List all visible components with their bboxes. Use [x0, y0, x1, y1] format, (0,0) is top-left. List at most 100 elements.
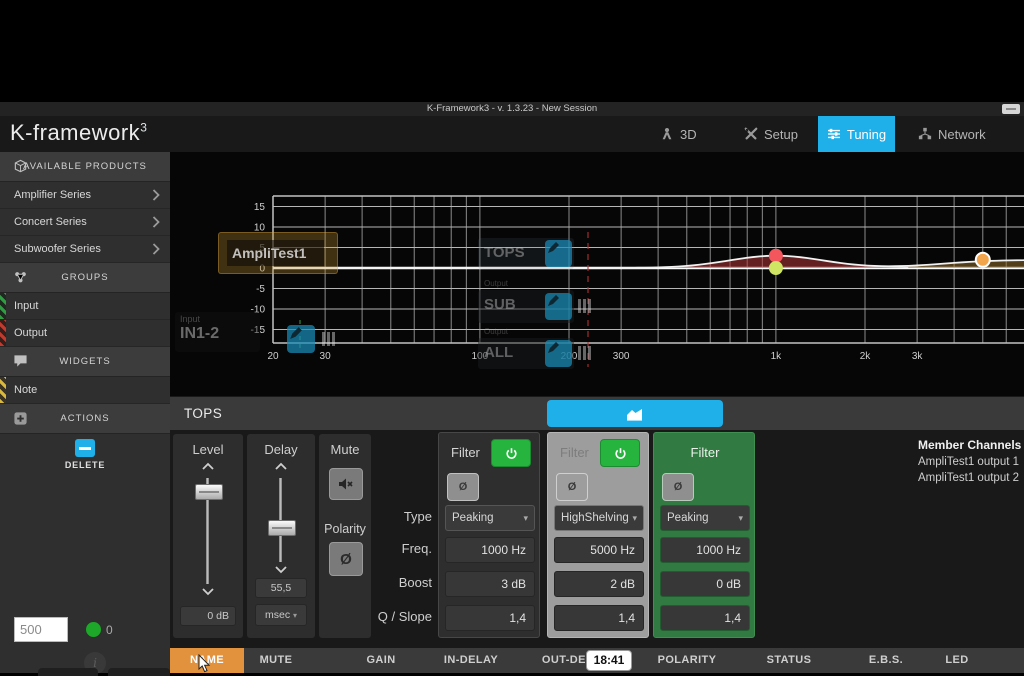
caret-down-icon: ▾: [523, 506, 528, 530]
nav-tuning[interactable]: Tuning: [818, 116, 895, 152]
caret-down-icon: ▾: [293, 611, 297, 620]
sidebar-item-input-group[interactable]: Input: [0, 293, 170, 320]
input-stripe: [0, 293, 6, 319]
filter-handle[interactable]: [769, 249, 783, 263]
status-dot-green: [86, 622, 101, 637]
delay-unit-dropdown[interactable]: msec ▾: [255, 604, 307, 626]
column-polarity[interactable]: POLARITY: [658, 648, 717, 673]
filter1-boost[interactable]: 3 dB: [445, 571, 535, 597]
filter2-power-button[interactable]: [600, 439, 640, 467]
minimize-button[interactable]: [1002, 104, 1020, 114]
param-label-freq: Freq.: [360, 536, 432, 562]
member-channel-item: AmpliTest1 output 1: [918, 456, 1024, 468]
nav-setup[interactable]: Setup: [744, 116, 798, 152]
tools-icon: [744, 127, 758, 141]
ghost-tops-row: TOPS: [478, 238, 574, 269]
x-tick-label: 1k: [771, 351, 783, 362]
x-tick-label: 2k: [860, 351, 872, 362]
level-down-arrow[interactable]: [202, 588, 214, 596]
filter2-freq[interactable]: 5000 Hz: [554, 537, 644, 563]
bottom-stub: [108, 668, 170, 676]
delay-down-arrow[interactable]: [275, 566, 287, 574]
column-in-delay[interactable]: IN-DELAY: [444, 648, 498, 673]
group-name: TOPS: [184, 406, 222, 421]
sidebar: AVAILABLE PRODUCTS Amplifier Series Conc…: [0, 152, 170, 673]
column-ebs[interactable]: E.B.S.: [869, 648, 903, 673]
y-tick-label: -5: [256, 284, 265, 295]
app-logo: K-framework3: [10, 120, 147, 146]
delay-value[interactable]: 55,5: [255, 578, 307, 598]
column-mute[interactable]: MUTE: [260, 648, 293, 673]
filter2-boost[interactable]: 2 dB: [554, 571, 644, 597]
filter3-freq[interactable]: 1000 Hz: [660, 537, 750, 563]
member-channels: Member Channels AmpliTest1 output 1 Ampl…: [918, 438, 1024, 484]
filter1-power-button[interactable]: [491, 439, 531, 467]
column-status[interactable]: STATUS: [767, 648, 812, 673]
level-slider-handle[interactable]: [195, 484, 223, 500]
filter3-type-dropdown[interactable]: Peaking▾: [660, 505, 750, 531]
mute-button[interactable]: [329, 468, 363, 500]
eq-chart[interactable]: 151050-5-10-1520301002003001k2k3k AmpliT…: [170, 152, 1024, 396]
sidebar-header-widgets: WIDGETS: [0, 347, 170, 377]
filter-handle[interactable]: [976, 253, 990, 267]
level-up-arrow[interactable]: [202, 462, 214, 470]
network-icon: [918, 127, 932, 141]
level-bars-icon: [578, 299, 594, 313]
param-label-type: Type: [360, 504, 432, 530]
groups-icon: [13, 270, 28, 285]
products-cube-icon: [13, 159, 28, 174]
column-led[interactable]: LED: [945, 648, 968, 673]
status-count: 0: [106, 623, 113, 637]
graph-view-toggle-button[interactable]: [547, 400, 723, 427]
x-tick-label: 20: [267, 351, 279, 362]
filter2-q[interactable]: 1,4: [554, 605, 644, 631]
group-bar: TOPS: [170, 397, 1024, 430]
filter1-q[interactable]: 1,4: [445, 605, 535, 631]
sidebar-item-concert-series[interactable]: Concert Series: [0, 209, 170, 236]
ghost-sub-row: Output SUB: [478, 290, 574, 323]
filter-handle[interactable]: [769, 261, 783, 275]
column-gain[interactable]: GAIN: [366, 648, 395, 673]
person-3d-icon: [660, 127, 674, 141]
bottom-column-bar: NAME MUTE GAIN IN-DELAY OUT-DELAY POLARI…: [170, 648, 1024, 673]
sidebar-item-note-widget[interactable]: Note: [0, 377, 170, 404]
level-bars-icon: [578, 346, 594, 360]
filter2-phase-button[interactable]: Ø: [556, 473, 588, 501]
filter2-type-dropdown[interactable]: HighShelving▾: [554, 505, 644, 531]
sidebar-item-subwoofer-series[interactable]: Subwoofer Series: [0, 236, 170, 263]
edit-pencil-icon: [545, 240, 572, 267]
filter-panel-1: Filter Ø Peaking▾ 1000 Hz 3 dB 1,4: [438, 432, 540, 638]
nav-3d[interactable]: 3D: [660, 116, 697, 152]
chevron-right-icon: [152, 216, 160, 228]
level-value[interactable]: 0 dB: [180, 606, 236, 626]
polarity-button[interactable]: Ø: [329, 542, 363, 576]
edit-pencil-icon: [545, 340, 572, 367]
value-input[interactable]: [14, 617, 68, 642]
filter3-boost[interactable]: 0 dB: [660, 571, 750, 597]
x-tick-label: 30: [320, 351, 332, 362]
delay-slider-handle[interactable]: [268, 520, 296, 536]
ghost-all-row: Output ALL: [478, 338, 574, 369]
filter-panel-2: Filter Ø HighShelving▾ 5000 Hz 2 dB 1,4: [547, 432, 649, 638]
eq-chart-svg: 151050-5-10-1520301002003001k2k3k: [170, 152, 1024, 396]
note-stripe: [0, 377, 6, 403]
window-title: K-Framework3 - v. 1.3.23 - New Session: [0, 102, 1024, 116]
chevron-right-icon: [152, 243, 160, 255]
area-chart-icon: [625, 406, 645, 422]
sidebar-item-amplifier-series[interactable]: Amplifier Series: [0, 182, 170, 209]
filter1-freq[interactable]: 1000 Hz: [445, 537, 535, 563]
level-bars-icon: [322, 332, 338, 346]
filter1-type-dropdown[interactable]: Peaking▾: [445, 505, 535, 531]
delay-up-arrow[interactable]: [275, 462, 287, 470]
param-label-qslope: Q / Slope: [360, 604, 432, 630]
filter3-q[interactable]: 1,4: [660, 605, 750, 631]
param-label-boost: Boost: [360, 570, 432, 596]
mute-speaker-icon: [338, 477, 354, 491]
filter3-phase-button[interactable]: Ø: [662, 473, 694, 501]
ghost-in12-row: Input IN1-2: [175, 312, 260, 352]
sidebar-item-output-group[interactable]: Output: [0, 320, 170, 347]
delete-minus-icon[interactable]: [75, 439, 95, 457]
filter1-phase-button[interactable]: Ø: [447, 473, 479, 501]
member-channel-item: AmpliTest1 output 2: [918, 472, 1024, 484]
nav-network[interactable]: Network: [918, 116, 986, 152]
